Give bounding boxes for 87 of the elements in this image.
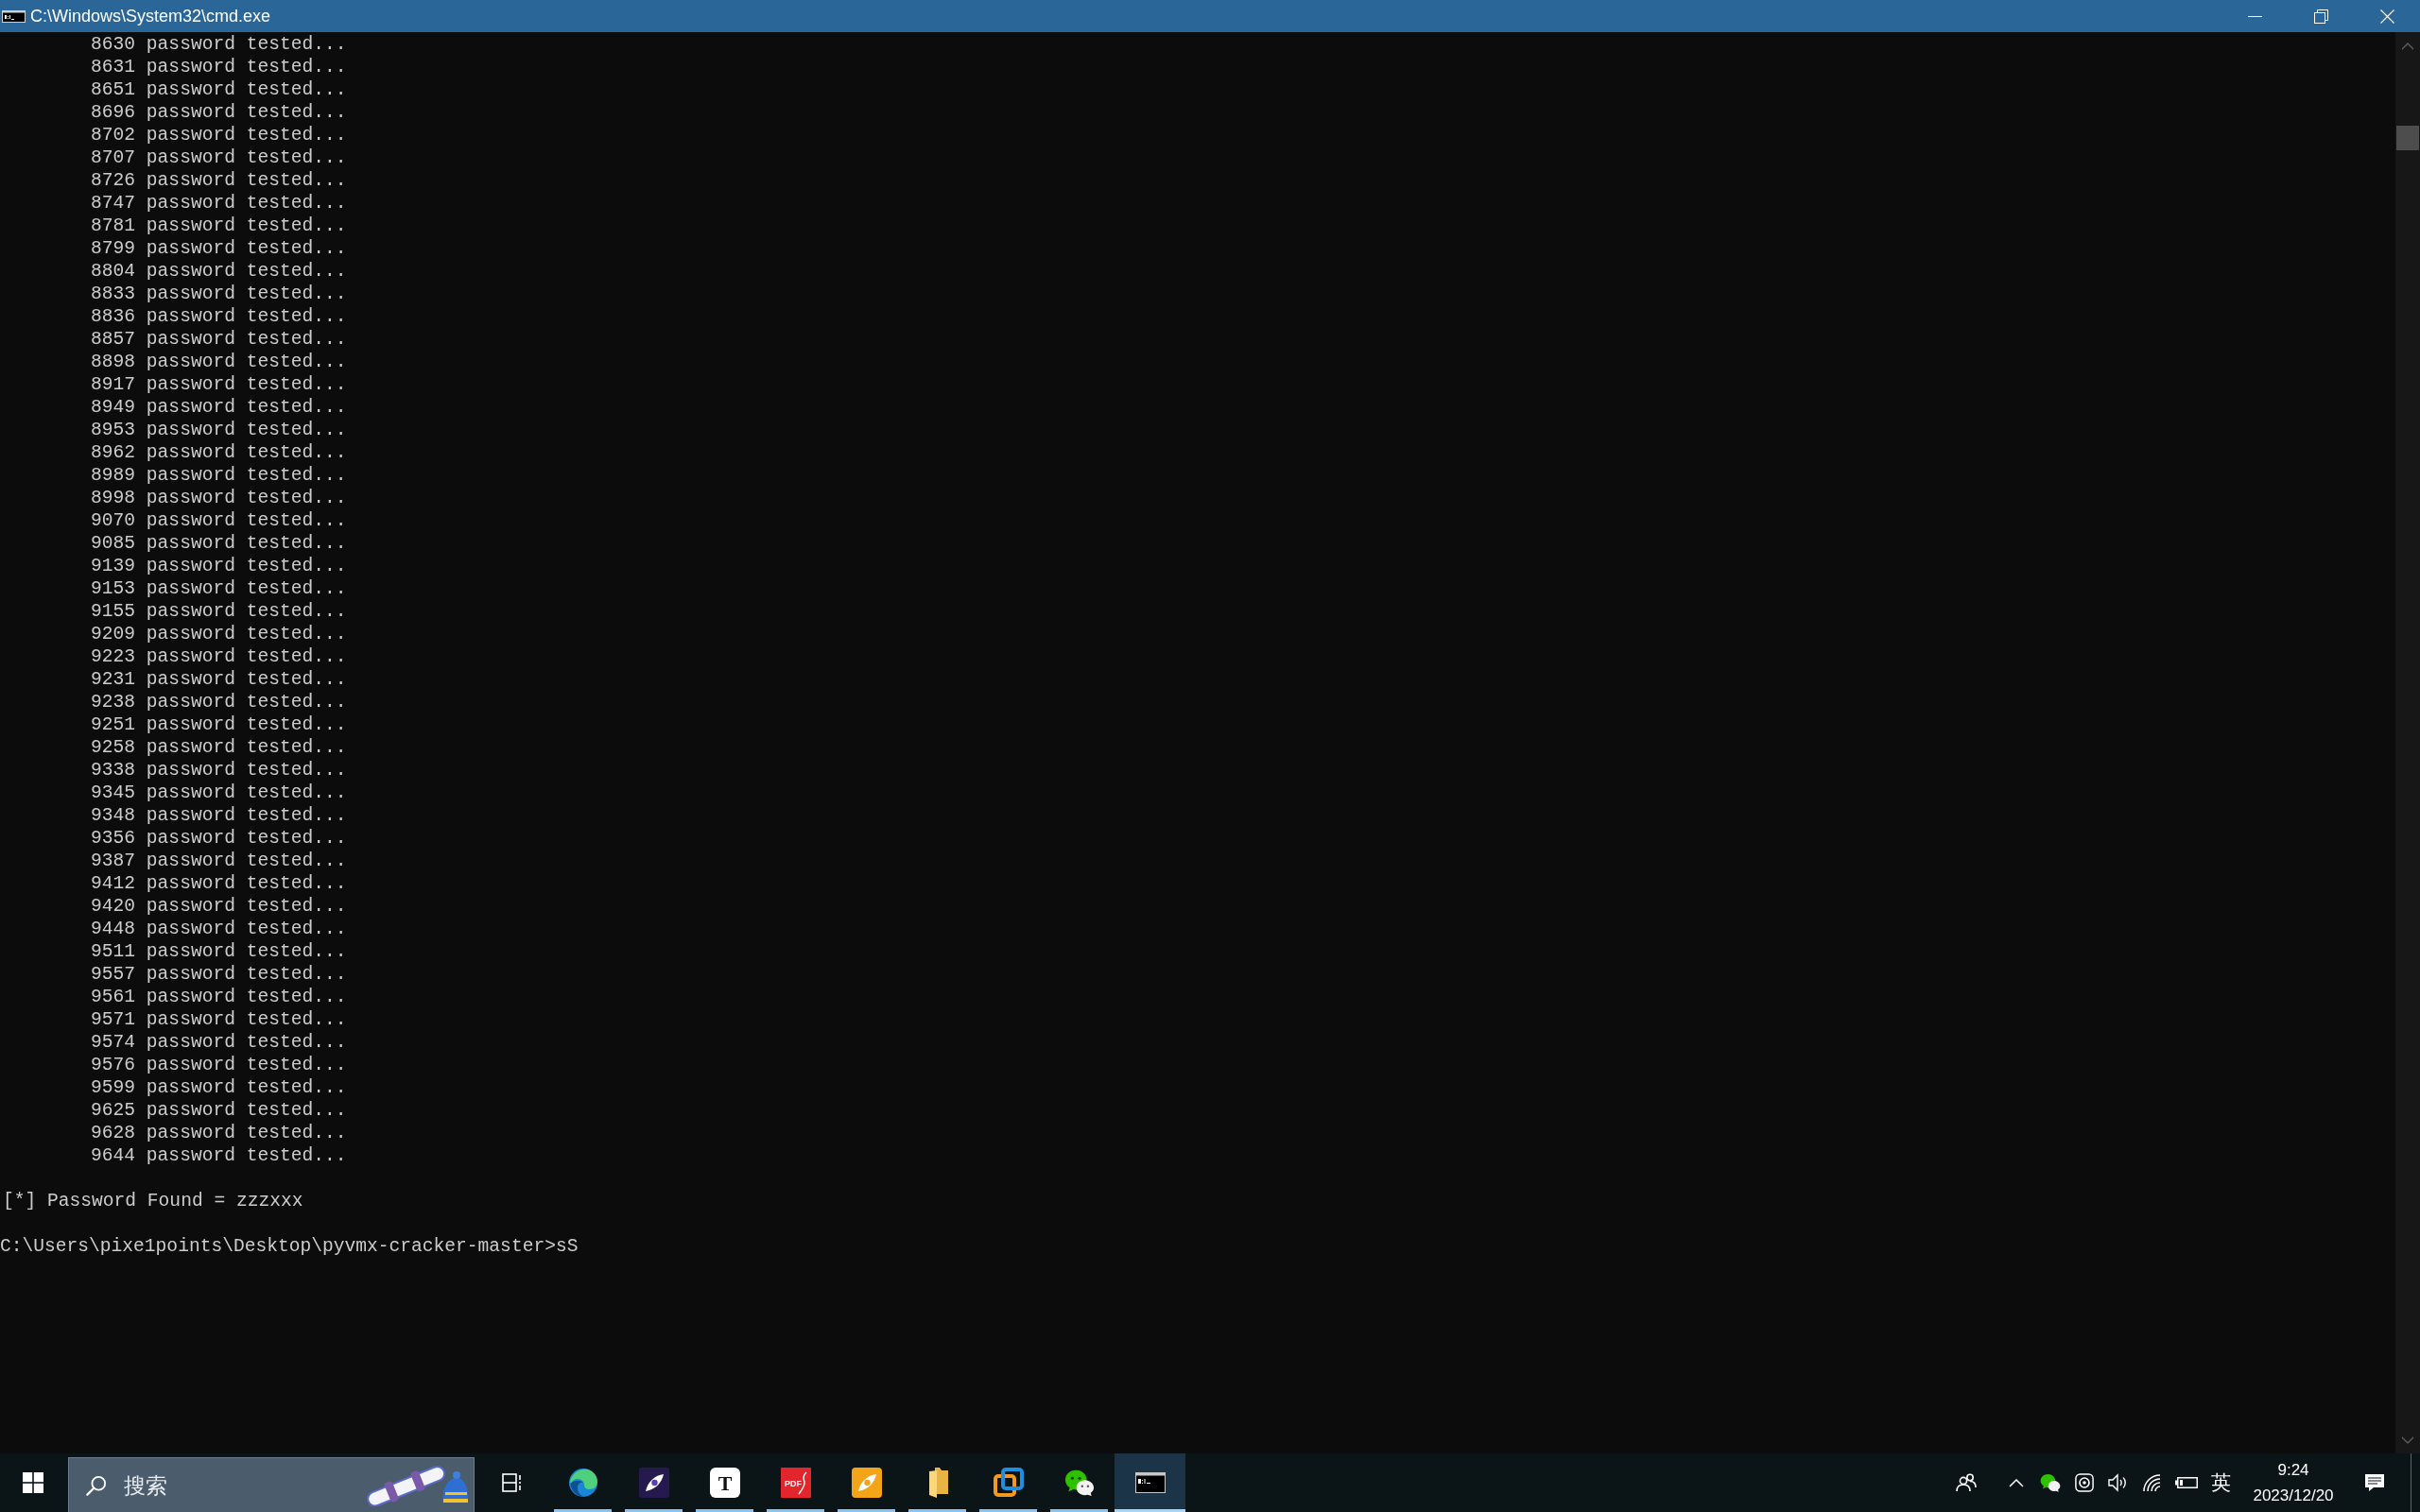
search-icon: [86, 1474, 107, 1496]
console-line: 9356 password tested...: [91, 827, 347, 850]
console-line: 9557 password tested...: [91, 963, 347, 986]
console-line: 9345 password tested...: [91, 782, 347, 804]
console-line: 9644 password tested...: [91, 1144, 347, 1167]
console-line: 9511 password tested...: [91, 940, 347, 963]
input-method-button[interactable]: 英: [2204, 1453, 2238, 1512]
result-line: [*] Password Found = zzzxxx: [3, 1190, 303, 1212]
notification-icon: [2364, 1473, 2385, 1492]
taskbar-app-button[interactable]: [1115, 1453, 1185, 1512]
people-icon: [1956, 1473, 1977, 1492]
clock-time: 9:24: [2277, 1460, 2309, 1481]
console-line: 9231 password tested...: [91, 668, 347, 691]
console-line: 9251 password tested...: [91, 713, 347, 736]
console-line: 9258 password tested...: [91, 736, 347, 759]
console-line: 8949 password tested...: [91, 396, 347, 419]
battery-icon: [2175, 1477, 2198, 1488]
terminal-icon: [2, 9, 26, 23]
terminal-icon: [1134, 1472, 1166, 1493]
console-line: 9085 password tested...: [91, 532, 347, 555]
console-line: 9574 password tested...: [91, 1031, 347, 1054]
console-line: 8630 password tested...: [91, 33, 347, 56]
console-line: 9070 password tested...: [91, 509, 347, 532]
speaker-icon: [2108, 1473, 2129, 1492]
overlapping-squares-icon: [993, 1468, 1024, 1498]
folder-icon: [926, 1468, 948, 1498]
console-line: 8696 password tested...: [91, 101, 347, 124]
console-line: 9420 password tested...: [91, 895, 347, 918]
console-line: 8651 password tested...: [91, 78, 347, 101]
console-line: 9209 password tested...: [91, 623, 347, 645]
console-line: 9625 password tested...: [91, 1099, 347, 1122]
console-line: 8631 password tested...: [91, 56, 347, 78]
console-line: 9387 password tested...: [91, 850, 347, 872]
prompt-line: C:\Users\pixe1points\Desktop\pyvmx-cracker-master>sS: [0, 1235, 579, 1258]
windows-logo-icon: [23, 1472, 43, 1493]
console-line: 9576 password tested...: [91, 1054, 347, 1076]
console-line: 8747 password tested...: [91, 192, 347, 215]
wifi-icon: [2142, 1473, 2163, 1492]
console-line: 8998 password tested...: [91, 487, 347, 509]
minimize-icon: [2247, 15, 2262, 17]
scroll-up-icon[interactable]: [2402, 41, 2413, 50]
console-line: 9448 password tested...: [91, 918, 347, 940]
console-line: 9338 password tested...: [91, 759, 347, 782]
console-line: 9599 password tested...: [91, 1076, 347, 1099]
scrollbar-thumb[interactable]: [2396, 126, 2419, 150]
chat-bubbles-icon: [1063, 1468, 1095, 1498]
swirl-logo-icon: [567, 1468, 598, 1498]
console-line: 9561 password tested...: [91, 986, 347, 1008]
console-line: 8707 password tested...: [91, 146, 347, 169]
console-line: 9348 password tested...: [91, 804, 347, 827]
quill-tile-icon: [851, 1468, 882, 1498]
console-line: 8917 password tested...: [91, 373, 347, 396]
console-line: 9238 password tested...: [91, 691, 347, 713]
search-field[interactable]: 搜索: [124, 1470, 313, 1500]
ring-tile-icon: [2074, 1473, 2095, 1492]
restore-icon: [2313, 9, 2328, 24]
pdf-tile-icon: PDF: [780, 1468, 811, 1498]
taskbar-app-button[interactable]: T: [689, 1453, 760, 1512]
console-line: 8898 password tested...: [91, 351, 347, 373]
console-line: 8833 password tested...: [91, 283, 347, 305]
console-line: 8836 password tested...: [91, 305, 347, 328]
console-line: 8857 password tested...: [91, 328, 347, 351]
console-line: 8962 password tested...: [91, 441, 347, 464]
caret-up-icon: [2009, 1478, 2024, 1487]
close-icon: [2379, 9, 2394, 24]
console-line: 8702 password tested...: [91, 124, 347, 146]
console-line: 9155 password tested...: [91, 600, 347, 623]
taskbar-app-button[interactable]: PDF: [760, 1453, 831, 1512]
console-line: 8799 password tested...: [91, 237, 347, 260]
task-view-icon: [501, 1473, 523, 1492]
console-line: 8953 password tested...: [91, 419, 347, 441]
quill-tile-icon: [638, 1468, 669, 1498]
console-line: 9571 password tested...: [91, 1008, 347, 1031]
clock-date: 2023/12/20: [2253, 1486, 2334, 1506]
console-line: 8726 password tested...: [91, 169, 347, 192]
console-line: 8781 password tested...: [91, 215, 347, 237]
console-line: 8804 password tested...: [91, 260, 347, 283]
window-title: C:\Windows\System32\cmd.exe: [30, 6, 271, 26]
console-line: 9412 password tested...: [91, 872, 347, 895]
console-line: 8989 password tested...: [91, 464, 347, 487]
console-line: 9628 password tested...: [91, 1122, 347, 1144]
console-line: 9223 password tested...: [91, 645, 347, 668]
chat-bubbles-icon: [2040, 1473, 2061, 1492]
letter-tile-icon: T: [709, 1468, 740, 1498]
console-line: 9153 password tested...: [91, 577, 347, 600]
scroll-down-icon[interactable]: [2402, 1436, 2413, 1446]
console-line: 9139 password tested...: [91, 555, 347, 577]
